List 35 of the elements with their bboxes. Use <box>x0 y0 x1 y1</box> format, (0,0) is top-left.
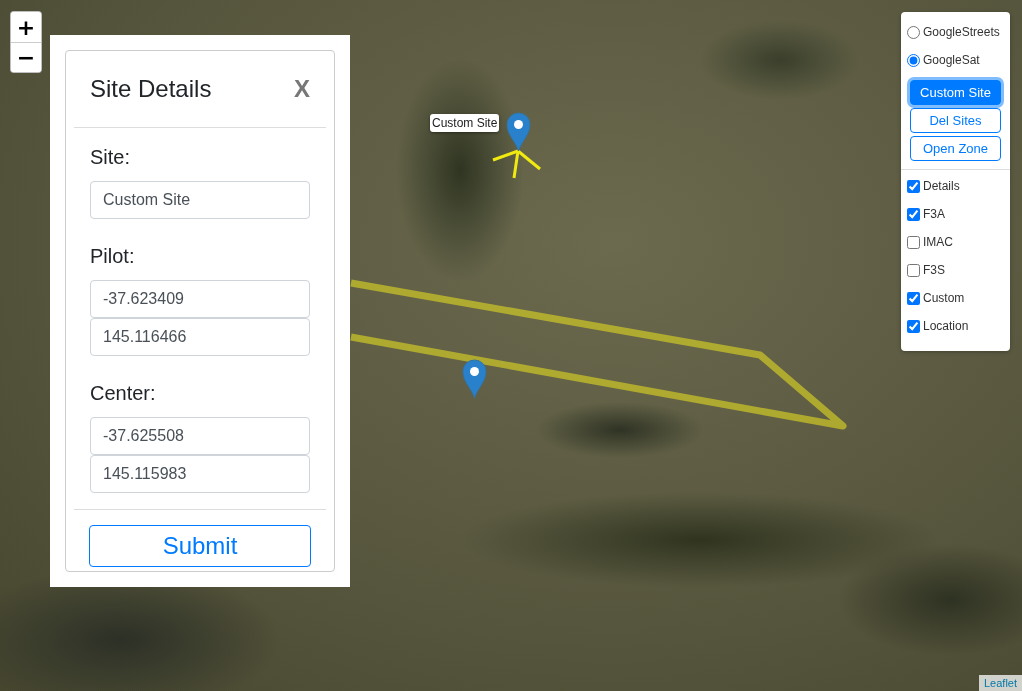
marker-tooltip: Custom Site <box>430 114 500 132</box>
submit-button[interactable]: Submit <box>89 525 311 567</box>
checkbox[interactable] <box>907 263 920 277</box>
field-label: Pilot: <box>90 245 136 268</box>
wind-arrow-drawing <box>492 149 541 179</box>
map-pin-icon[interactable] <box>506 112 531 152</box>
layer-button[interactable]: Del Sites <box>910 108 1001 133</box>
panel-title: Site Details <box>90 75 212 103</box>
option-label: F3A <box>923 207 945 221</box>
option-label: Custom <box>923 291 965 305</box>
checkbox[interactable] <box>907 235 920 249</box>
option-label: F3S <box>923 263 945 277</box>
input-field[interactable]: 145.116466 <box>90 318 310 356</box>
input-field[interactable]: 145.115983 <box>90 455 310 493</box>
field-label: Site: <box>90 146 132 169</box>
checkbox[interactable] <box>907 291 920 305</box>
input-field[interactable]: -37.625508 <box>90 417 310 455</box>
close-button[interactable]: X <box>294 75 310 103</box>
option-label: Location <box>923 319 969 333</box>
input-field[interactable]: Custom Site <box>90 181 310 219</box>
field-label: Center: <box>90 382 157 405</box>
zoom-out-button[interactable]: − <box>11 42 41 72</box>
checkbox[interactable] <box>907 319 920 333</box>
radio-button[interactable] <box>907 53 920 67</box>
option-label: Details <box>923 179 960 193</box>
input-field[interactable]: -37.623409 <box>90 280 310 318</box>
checkbox[interactable] <box>907 207 920 221</box>
layer-button[interactable]: Custom Site <box>910 80 1001 105</box>
option-label: GoogleStreets <box>923 25 1000 39</box>
layer-button[interactable]: Open Zone <box>910 136 1001 161</box>
map-pin-icon[interactable] <box>462 359 487 399</box>
checkbox[interactable] <box>907 179 920 193</box>
option-label: IMAC <box>923 235 953 249</box>
radio-button[interactable] <box>907 25 920 39</box>
option-label: GoogleSat <box>923 53 980 67</box>
